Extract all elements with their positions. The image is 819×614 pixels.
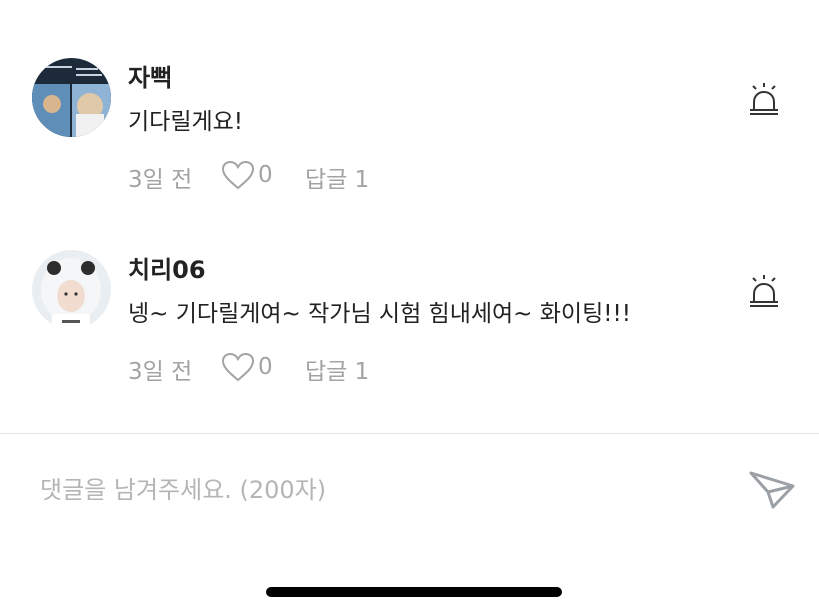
profile-photo-icon (32, 250, 111, 329)
comment-username[interactable]: 치리06 (128, 250, 206, 285)
avatar[interactable] (32, 250, 111, 329)
comment-text: 넹~ 기다릴게여~ 작가님 시험 힘내세여~ 화이팅!!! (128, 301, 631, 327)
comment-username[interactable]: 자뻑 (128, 58, 172, 93)
send-button[interactable] (748, 468, 796, 510)
avatar[interactable] (32, 58, 111, 137)
comment-text: 기다릴게요! (128, 109, 244, 135)
comment-timestamp: 3일 전 (128, 167, 193, 193)
heart-outline-icon (221, 352, 255, 382)
report-button[interactable] (748, 82, 780, 116)
heart-outline-icon (221, 160, 255, 190)
comment-item: 치리06 넹~ 기다릴게여~ 작가님 시험 힘내세여~ 화이팅!!! 3일 전 … (0, 250, 819, 400)
divider (0, 433, 819, 434)
comment-meta: 3일 전 0 답글 1 (128, 352, 528, 385)
comment-input[interactable] (40, 470, 720, 510)
like-button[interactable]: 0 (221, 352, 273, 382)
profile-photo-icon (32, 58, 111, 137)
like-button[interactable]: 0 (221, 160, 273, 190)
report-button[interactable] (748, 274, 780, 308)
siren-icon (750, 275, 778, 307)
like-count: 0 (258, 354, 273, 380)
like-count: 0 (258, 162, 273, 188)
comment-item: 자뻑 기다릴게요! 3일 전 0 답글 1 (0, 58, 819, 208)
reply-button[interactable]: 답글 1 (305, 352, 369, 386)
reply-button[interactable]: 답글 1 (305, 160, 369, 194)
comment-meta: 3일 전 0 답글 1 (128, 160, 528, 193)
siren-icon (750, 83, 778, 115)
send-icon (749, 471, 795, 509)
home-indicator (266, 587, 562, 597)
comment-timestamp: 3일 전 (128, 359, 193, 385)
